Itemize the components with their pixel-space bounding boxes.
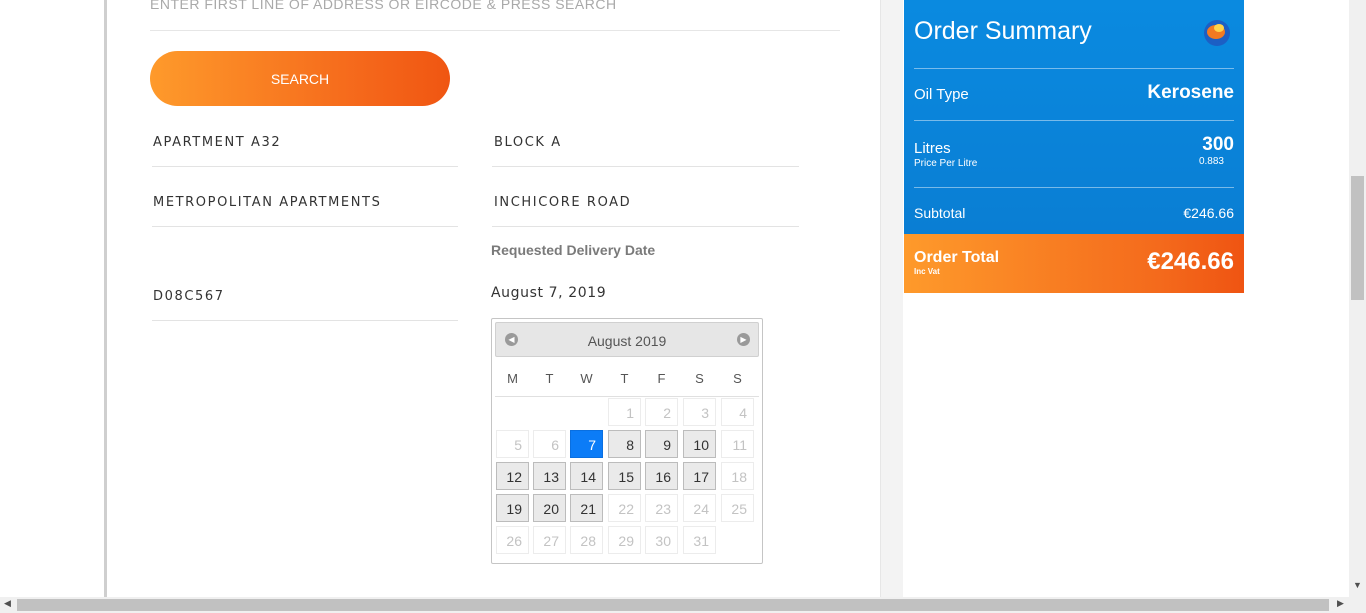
datepicker: ◀ August 2019 ▶ M T W T F S S 1 2 3 4 5 6 7 8 9 10 11 12 13… <box>491 318 763 564</box>
calendar-day: 11 <box>721 430 754 458</box>
calendar-day: 3 <box>683 398 716 426</box>
calendar-day[interactable]: 12 <box>496 462 529 490</box>
calendar-day[interactable]: 15 <box>608 462 641 490</box>
address-line-4-field[interactable]: INCHICORE ROAD <box>494 195 631 210</box>
weekday-header: W <box>580 371 593 386</box>
weekday-header: F <box>657 371 666 386</box>
price-per-litre-label: Price Per Litre <box>914 158 978 169</box>
address-line-1-underline <box>152 166 458 167</box>
delivery-date-input[interactable]: August 7, 2019 <box>491 285 606 301</box>
scroll-left-arrow-icon[interactable]: ◀ <box>4 598 11 609</box>
eircode-field[interactable]: D08C567 <box>153 289 225 304</box>
order-total-bar: Order Total Inc Vat €246.66 <box>904 234 1244 293</box>
vertical-scrollbar[interactable]: ▼ <box>1349 0 1366 597</box>
vertical-scroll-thumb[interactable] <box>1351 176 1364 300</box>
brand-logo-icon <box>1204 20 1230 46</box>
weekday-header: T <box>545 371 554 386</box>
panel-gap <box>881 0 903 597</box>
summary-divider <box>914 68 1234 69</box>
summary-divider <box>914 187 1234 188</box>
calendar-day: 6 <box>533 430 566 458</box>
address-line-2-field[interactable]: BLOCK A <box>494 135 562 150</box>
order-total-vat-note: Inc Vat <box>914 267 940 276</box>
left-border <box>104 0 107 597</box>
delivery-date-label: Requested Delivery Date <box>491 242 656 258</box>
horizontal-scrollbar[interactable]: ◀ ▶ <box>0 597 1366 613</box>
calendar-day: 30 <box>645 526 678 554</box>
calendar-day: 28 <box>570 526 603 554</box>
calendar-day[interactable]: 8 <box>608 430 641 458</box>
litres-label: Litres <box>914 140 951 157</box>
calendar-day[interactable]: 19 <box>496 494 529 522</box>
scroll-right-arrow-icon[interactable]: ▶ <box>1337 598 1344 609</box>
next-arrow-icon[interactable]: ▶ <box>737 333 750 346</box>
address-line-1-field[interactable]: APARTMENT A32 <box>153 135 281 150</box>
calendar-day[interactable]: 14 <box>570 462 603 490</box>
datepicker-month-title: August 2019 <box>587 333 667 349</box>
scroll-down-arrow-icon[interactable]: ▼ <box>1353 580 1362 590</box>
calendar-day: 26 <box>496 526 529 554</box>
datepicker-header: ◀ August 2019 ▶ <box>495 322 759 357</box>
price-per-litre-value: 0.883 <box>1198 156 1224 167</box>
calendar-day-selected[interactable]: 7 <box>570 430 603 458</box>
oil-type-value: Kerosene <box>1147 82 1234 103</box>
address-line-4-underline <box>492 226 799 227</box>
address-search-input[interactable]: ENTER FIRST LINE OF ADDRESS OR EIRCODE &… <box>150 0 617 12</box>
eircode-underline <box>152 320 458 321</box>
subtotal-value: €246.66 <box>1183 205 1234 221</box>
calendar-day: 5 <box>496 430 529 458</box>
horizontal-scroll-thumb[interactable] <box>17 599 1329 611</box>
order-total-value: €246.66 <box>1147 248 1234 275</box>
weekday-header: M <box>507 371 518 386</box>
calendar-day: 25 <box>721 494 754 522</box>
calendar-day: 18 <box>721 462 754 490</box>
weekday-header: S <box>733 371 742 386</box>
calendar-day: 4 <box>721 398 754 426</box>
calendar-day: 22 <box>608 494 641 522</box>
address-line-3-field[interactable]: METROPOLITAN APARTMENTS <box>153 195 381 210</box>
weekday-header: T <box>620 371 629 386</box>
calendar-day[interactable]: 21 <box>570 494 603 522</box>
calendar-day: 29 <box>608 526 641 554</box>
calendar-day: 24 <box>683 494 716 522</box>
order-total-label: Order Total <box>914 249 1000 266</box>
weekday-header: S <box>695 371 704 386</box>
order-summary-title: Order Summary <box>914 17 1092 45</box>
address-line-2-underline <box>492 166 799 167</box>
calendar-day: 2 <box>645 398 678 426</box>
calendar-day[interactable]: 20 <box>533 494 566 522</box>
calendar-day: 1 <box>608 398 641 426</box>
litres-value: 300 <box>1202 134 1234 155</box>
calendar-day[interactable]: 9 <box>645 430 678 458</box>
address-input-underline <box>150 30 840 31</box>
weekday-divider <box>495 396 759 397</box>
calendar-day: 31 <box>683 526 716 554</box>
calendar-day: 23 <box>645 494 678 522</box>
subtotal-label: Subtotal <box>914 205 966 221</box>
summary-divider <box>914 120 1234 121</box>
address-line-3-underline <box>152 226 458 227</box>
oil-type-label: Oil Type <box>914 86 969 103</box>
calendar-day[interactable]: 16 <box>645 462 678 490</box>
calendar-day[interactable]: 10 <box>683 430 716 458</box>
calendar-day[interactable]: 13 <box>533 462 566 490</box>
calendar-day[interactable]: 17 <box>683 462 716 490</box>
search-button[interactable]: SEARCH <box>150 51 450 106</box>
calendar-day: 27 <box>533 526 566 554</box>
